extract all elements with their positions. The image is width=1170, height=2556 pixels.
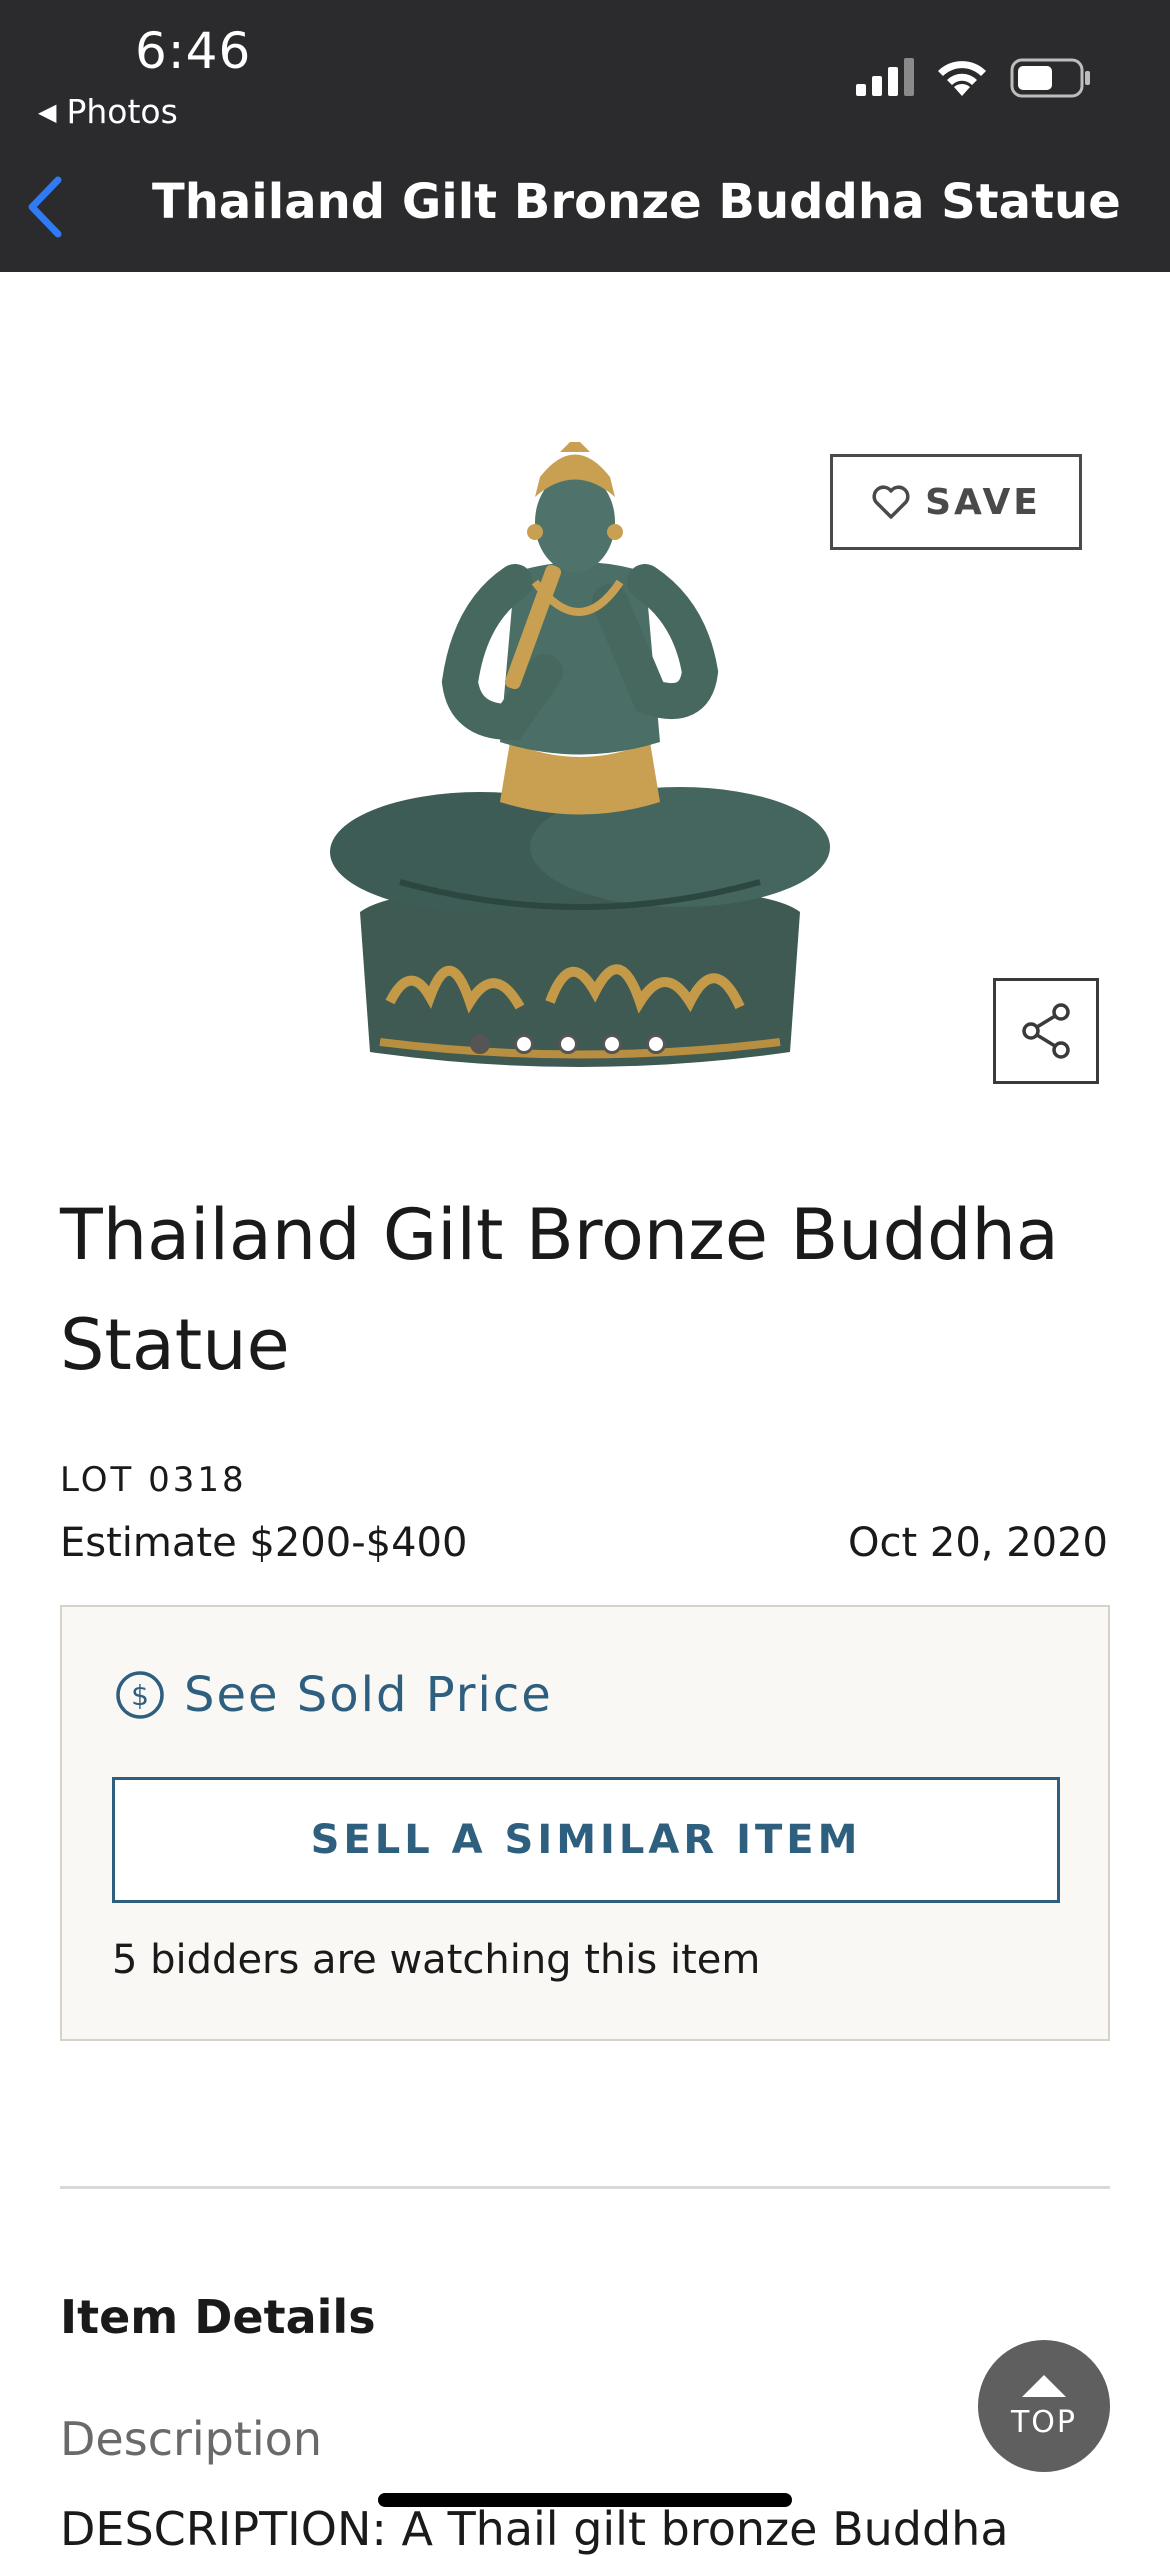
save-button[interactable]: SAVE — [830, 454, 1082, 550]
carousel-dot[interactable] — [602, 1034, 622, 1054]
nav-title: Thailand Gilt Bronze Buddha Statue - O..… — [152, 174, 1132, 230]
wifi-icon — [938, 61, 986, 96]
description-text: DESCRIPTION: A Thail gilt bronze Buddha — [60, 2502, 1009, 2556]
item-details-heading: Item Details — [60, 2290, 376, 2344]
up-arrow-icon — [1022, 2374, 1066, 2397]
nav-back-chevron-icon[interactable] — [22, 172, 70, 242]
estimate: Estimate $200-$400 — [60, 1520, 468, 1566]
price-action-panel: $ See Sold Price SELL A SIMILAR ITEM 5 b… — [60, 1605, 1110, 2041]
sell-similar-item-label: SELL A SIMILAR ITEM — [310, 1817, 862, 1863]
home-indicator[interactable] — [378, 2493, 792, 2507]
item-title: Thailand Gilt Bronze Buddha Statue — [60, 1194, 1059, 1386]
sell-similar-item-button[interactable]: SELL A SIMILAR ITEM — [112, 1777, 1060, 1903]
see-sold-price-label: See Sold Price — [184, 1667, 553, 1723]
top-label: TOP — [1010, 2404, 1078, 2440]
heart-icon — [872, 485, 910, 519]
buddha-statue-image — [330, 442, 830, 1067]
see-sold-price-link[interactable]: $ See Sold Price — [114, 1667, 553, 1723]
carousel-dot[interactable] — [514, 1034, 534, 1054]
carousel-dot[interactable] — [558, 1034, 578, 1054]
auction-date: Oct 20, 2020 — [848, 1520, 1108, 1566]
battery-icon — [1010, 58, 1090, 98]
share-button[interactable] — [993, 978, 1099, 1084]
lot-number: LOT 0318 — [60, 1460, 247, 1500]
back-to-app-link[interactable]: ◀ Photos — [38, 92, 178, 131]
top-bar: 6:46 ◀ Photos Thailand Gilt Bronze Buddh… — [0, 0, 1170, 272]
image-gallery[interactable]: SAVE — [0, 272, 1170, 1122]
svg-text:$: $ — [131, 1679, 149, 1712]
back-app-label: Photos — [66, 92, 178, 131]
scroll-to-top-button[interactable]: TOP — [978, 2340, 1110, 2472]
back-triangle-icon: ◀ — [38, 97, 57, 126]
description-label: Description — [60, 2412, 322, 2466]
status-time: 6:46 — [135, 22, 252, 80]
section-divider — [60, 2186, 1110, 2189]
carousel-dots[interactable] — [470, 1034, 666, 1054]
watching-count-text: 5 bidders are watching this item — [112, 1937, 761, 1983]
carousel-dot[interactable] — [470, 1034, 490, 1054]
cellular-signal-icon — [856, 58, 914, 96]
save-label: SAVE — [925, 481, 1041, 523]
share-icon — [1022, 1003, 1070, 1059]
dollar-circle-icon: $ — [116, 1671, 164, 1719]
carousel-dot[interactable] — [646, 1034, 666, 1054]
